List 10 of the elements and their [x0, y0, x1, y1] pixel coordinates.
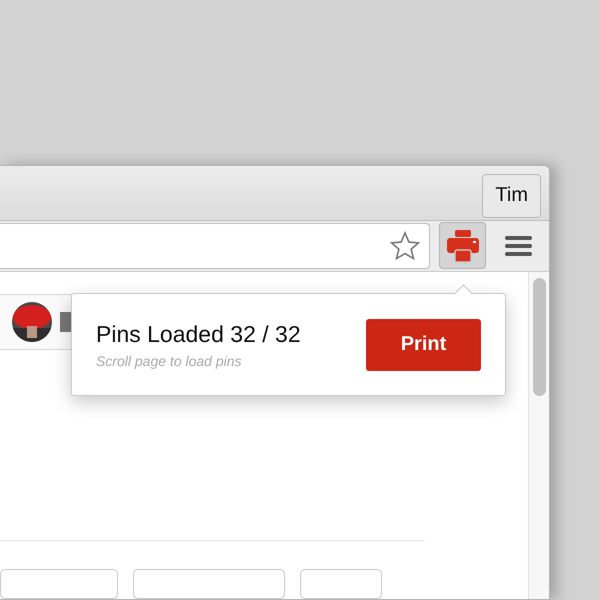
menu-icon — [504, 234, 532, 257]
hint-text: Scroll page to load pins — [96, 352, 243, 368]
printer-icon — [446, 228, 480, 263]
printer-extension-button[interactable] — [439, 222, 486, 270]
avatar-name-fragment — [60, 312, 72, 332]
scrollbar-thumb[interactable] — [532, 278, 546, 396]
print-button[interactable]: Print — [366, 318, 481, 370]
star-icon[interactable] — [389, 230, 421, 261]
pins-loaded-title: Pins Loaded 32 / 32 — [96, 320, 301, 348]
profile-button[interactable]: Tim — [482, 174, 541, 218]
